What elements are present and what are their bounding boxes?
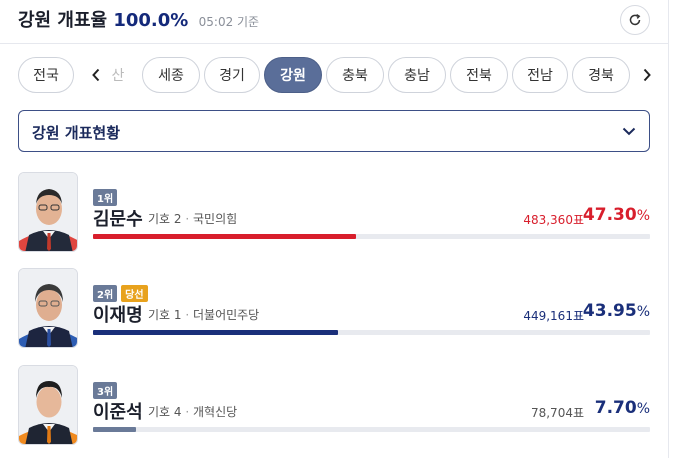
candidate-number: 기호 1 [148,308,182,322]
candidate-meta: 기호 2 · 국민의힘 [148,212,238,226]
candidate-row: 2위 당선 이재명 기호 1 · 더불어민주당 449,161표 43.95% [18,268,650,350]
tab-jeonnam[interactable]: 전남 [512,57,568,93]
count-rate: 100.0% [113,10,189,31]
badge-group: 2위 당선 [93,285,148,302]
candidate-party: 더불어민주당 [192,308,260,322]
tab-gangwon[interactable]: 강원 [264,57,322,93]
header: 강원 개표율 100.0% 05:02 기준 [0,0,668,44]
candidate-photo [18,172,78,252]
vote-share-bar [93,234,650,239]
rank-badge: 1위 [93,189,118,206]
vote-count: 483,360표 [523,213,584,227]
vote-share-fill [93,330,338,335]
winner-badge: 당선 [121,285,148,302]
badge-group: 3위 [93,382,118,399]
tab-gyeonggi[interactable]: 경기 [204,57,260,93]
tab-chungnam[interactable]: 충남 [388,57,446,93]
tab-partial[interactable]: 산 [106,57,130,93]
page-title: 강원 개표율 100.0% 05:02 기준 [18,6,259,32]
tabs-next-button[interactable] [632,59,662,91]
candidate-row: 3위 이준석 기호 4 · 개혁신당 78,704표 7.70% [18,365,650,447]
vote-share-fill [93,234,357,239]
vote-share-fill [93,427,136,432]
refresh-button[interactable] [620,5,650,35]
vote-count: 449,161표 [523,309,584,323]
region-tabs: 전국 산 세종 경기 강원 충북 충남 전북 전남 경북 [18,57,662,95]
candidate-number: 기호 4 [148,405,182,419]
chevron-right-icon [643,68,651,82]
vote-count: 78,704표 [530,406,584,420]
chevron-down-icon [622,127,636,136]
refresh-icon [629,13,641,26]
tab-chungbuk[interactable]: 충북 [326,57,384,93]
candidate-photo [18,268,78,348]
candidate-name: 이준석 [93,402,143,423]
tab-jeonguk[interactable]: 전국 [18,57,74,93]
timestamp: 05:02 기준 [198,15,260,29]
vote-share-bar [93,427,650,432]
tab-jeonbuk[interactable]: 전북 [450,57,508,93]
rank-badge: 2위 [93,285,118,302]
rank-badge: 3위 [93,382,118,399]
candidate-row: 1위 김문수 기호 2 · 국민의힘 483,360표 47.30% [18,172,650,254]
candidate-meta: 기호 4 · 개혁신당 [148,405,238,419]
chevron-left-icon [92,68,100,82]
vote-share-bar [93,330,650,335]
tab-sejong[interactable]: 세종 [142,57,200,93]
region-select-dropdown[interactable]: 강원 개표현황 [18,110,650,152]
tab-gyeongbuk[interactable]: 경북 [572,57,630,93]
candidate-meta: 기호 1 · 더불어민주당 [148,308,260,322]
badge-group: 1위 [93,189,118,206]
right-divider [668,0,669,458]
region-title: 강원 개표율 [18,10,108,31]
candidate-name: 이재명 [93,305,143,326]
candidate-photo [18,365,78,445]
candidate-name: 김문수 [93,209,143,230]
vote-percent: 43.95% [582,301,650,321]
dropdown-label: 강원 개표현황 [32,124,121,142]
vote-percent: 7.70% [594,398,650,418]
candidate-number: 기호 2 [148,212,182,226]
candidate-party: 개혁신당 [192,405,238,419]
vote-percent: 47.30% [582,205,650,225]
candidate-party: 국민의힘 [192,212,238,226]
